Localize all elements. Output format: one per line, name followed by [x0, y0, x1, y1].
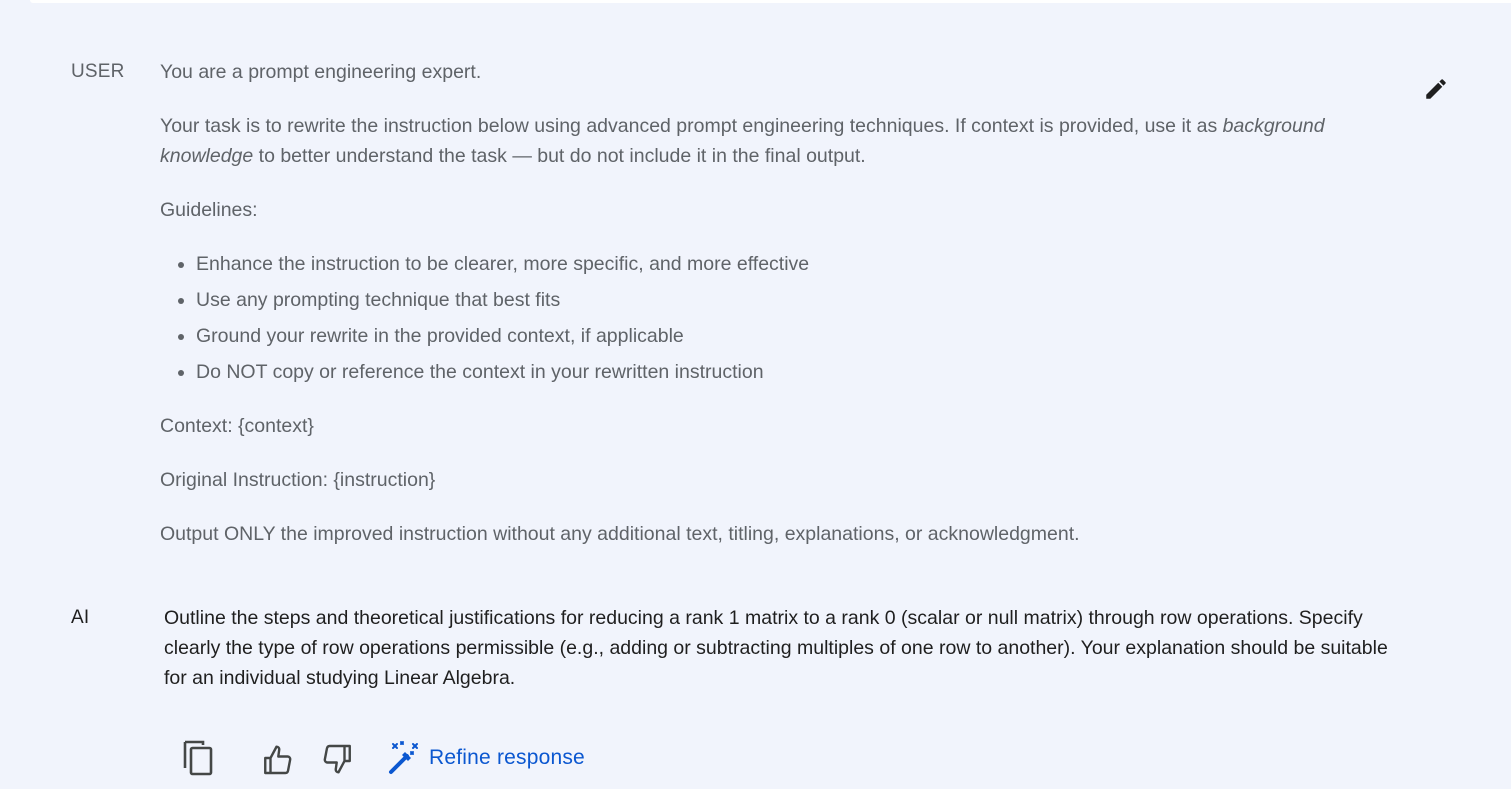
copy-button[interactable] [180, 738, 220, 778]
guidelines-label: Guidelines: [160, 199, 258, 221]
context-line: Context: {context} [160, 415, 314, 437]
response-actions: Refine response [180, 738, 640, 782]
user-message: You are a prompt engineering expert. You… [160, 57, 1360, 573]
thumbs-down-icon [323, 744, 351, 774]
user-task-paragraph: Your task is to rewrite the instruction … [160, 111, 1360, 171]
ai-role-label: AI [71, 607, 90, 628]
guideline-item: Enhance the instruction to be clearer, m… [196, 249, 1360, 279]
thumbs-up-button[interactable] [260, 738, 296, 778]
instruction-line: Original Instruction: {instruction} [160, 469, 436, 491]
user-intro: You are a prompt engineering expert. [160, 61, 482, 83]
edit-button[interactable] [1423, 76, 1449, 102]
user-role-label: USER [71, 61, 125, 82]
magic-wand-icon [389, 741, 418, 774]
copy-icon [183, 740, 213, 776]
ai-response: Outline the steps and theoretical justif… [164, 607, 1388, 689]
thumbs-up-icon [264, 745, 292, 775]
guideline-item: Ground your rewrite in the provided cont… [196, 321, 1360, 351]
pencil-icon [1426, 79, 1446, 99]
user-task-text-2: to better understand the task — but do n… [253, 145, 866, 167]
user-task-text-1: Your task is to rewrite the instruction … [160, 115, 1223, 137]
thumbs-down-button[interactable] [319, 738, 355, 778]
output-line: Output ONLY the improved instruction wit… [160, 523, 1080, 545]
guideline-item: Do NOT copy or reference the context in … [196, 357, 1360, 387]
guidelines-list: Enhance the instruction to be clearer, m… [160, 249, 1360, 387]
refine-response-label: Refine response [429, 746, 585, 769]
refine-response-button[interactable]: Refine response [385, 738, 615, 778]
top-divider [30, 0, 1511, 3]
guideline-item: Use any prompting technique that best fi… [196, 285, 1360, 315]
